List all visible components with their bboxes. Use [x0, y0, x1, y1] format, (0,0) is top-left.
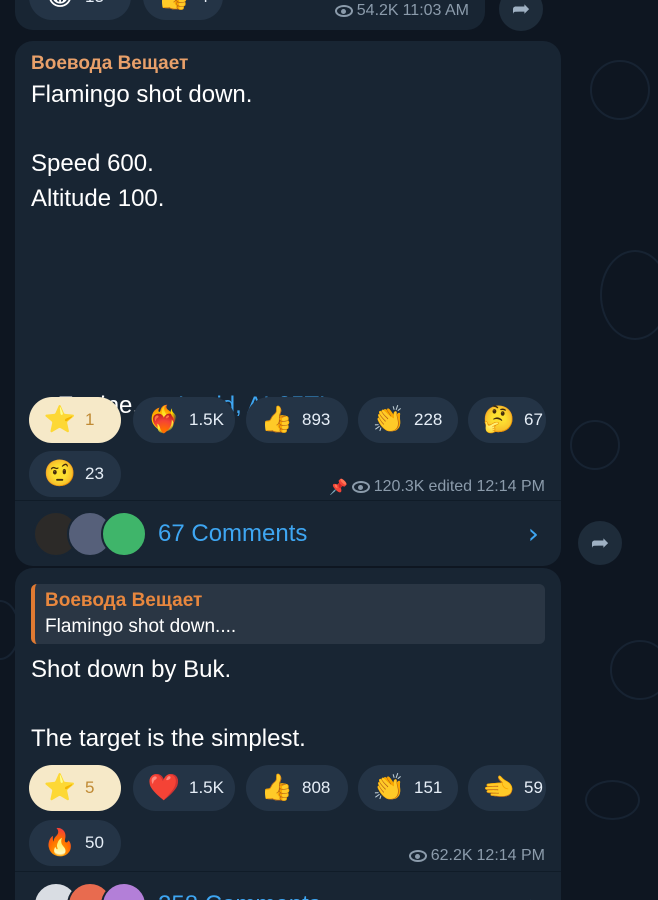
message-time: edited 12:14 PM — [428, 478, 545, 495]
previous-message-bubble: 😁 13 👍 4 54.2K 11:03 AM — [15, 0, 485, 30]
message-meta: 54.2K 11:03 AM — [334, 2, 469, 20]
grin-emoji-icon: 😁 — [43, 0, 77, 20]
avatar — [101, 511, 147, 557]
reaction-chip[interactable]: 👏 151 — [358, 765, 458, 811]
comments-bar[interactable]: 258 Comments › — [15, 871, 561, 900]
reaction-count: 59 — [524, 778, 543, 797]
reaction-chip[interactable]: 🫲 59 — [468, 765, 546, 811]
reaction-count: 228 — [414, 410, 443, 429]
view-count: 62.2K — [430, 847, 473, 864]
reaction-chip[interactable]: 👍 893 — [246, 397, 348, 443]
heart-on-fire-icon: ❤️‍🔥 — [147, 405, 181, 435]
chevron-right-icon[interactable]: › — [528, 888, 539, 900]
comments-count[interactable]: 67 Comments — [158, 520, 307, 548]
reaction-chip[interactable]: 👍 4 — [143, 0, 223, 20]
avatar — [101, 882, 147, 900]
star-icon: ⭐ — [43, 773, 77, 803]
heart-icon: ❤️ — [147, 773, 181, 803]
reaction-count: 67 — [524, 410, 543, 429]
comments-bar[interactable]: 67 Comments › — [15, 500, 561, 566]
message-meta: 📌 120.3K edited 12:14 PM — [329, 478, 545, 496]
message-bubble: Воевода Вещает Flamingo shot down.... Sh… — [15, 568, 561, 900]
message-text: Flamingo shot down. Speed 600. Altitude … — [31, 81, 253, 212]
paid-star-reaction[interactable]: ⭐ 1 — [29, 397, 121, 443]
reaction-chip[interactable]: 👏 228 — [358, 397, 458, 443]
chevron-right-icon[interactable]: › — [528, 517, 539, 550]
reaction-count: 1.5K — [189, 778, 224, 797]
fire-icon: 🔥 — [43, 828, 77, 858]
message-text: Shot down by Buk. The target is the simp… — [31, 656, 306, 752]
reaction-chip[interactable]: ❤️‍🔥 1.5K — [133, 397, 235, 443]
reaction-count: 13 — [85, 0, 104, 7]
raised-eyebrow-icon: 🤨 — [43, 459, 77, 489]
reaction-count: 1 — [85, 410, 95, 429]
comments-count[interactable]: 258 Comments — [158, 891, 321, 900]
clapping-hands-icon: 👏 — [372, 773, 406, 803]
message-bubble: Воевода Вещает Flamingo shot down. Speed… — [15, 41, 561, 566]
reaction-count: 23 — [85, 464, 104, 483]
channel-author[interactable]: Воевода Вещает — [31, 53, 188, 75]
reaction-count: 50 — [85, 833, 104, 852]
message-meta: 62.2K 12:14 PM — [408, 847, 545, 865]
eye-icon — [408, 850, 427, 862]
pin-icon: 📌 — [329, 478, 348, 496]
reaction-chip[interactable]: 👍 808 — [246, 765, 348, 811]
reaction-count: 4 — [199, 0, 208, 7]
thumbs-up-icon: 👍 — [157, 0, 191, 20]
reaction-chip[interactable]: ❤️ 1.5K — [133, 765, 235, 811]
reply-quote[interactable]: Воевода Вещает Flamingo shot down.... — [31, 584, 545, 644]
eye-icon — [334, 5, 353, 17]
pointing-hand-icon: 🫲 — [482, 773, 516, 803]
thinking-face-icon: 🤔 — [482, 405, 516, 435]
star-icon: ⭐ — [43, 405, 77, 435]
reaction-count: 808 — [302, 778, 331, 797]
reaction-chip[interactable]: 🤔 67 — [468, 397, 546, 443]
reaction-count: 1.5K — [189, 410, 224, 429]
reaction-chip[interactable]: 🔥 50 — [29, 820, 121, 866]
paid-star-reaction[interactable]: ⭐ 5 — [29, 765, 121, 811]
view-count: 54.2K — [356, 2, 399, 19]
forward-icon[interactable]: ➦ — [578, 521, 622, 565]
reaction-count: 893 — [302, 410, 331, 429]
quote-text: Flamingo shot down.... — [45, 616, 237, 637]
view-count: 120.3K — [373, 478, 425, 495]
reaction-chip[interactable]: 🤨 23 — [29, 451, 121, 497]
quote-author: Воевода Вещает — [45, 590, 203, 611]
reaction-chip[interactable]: 😁 13 — [29, 0, 131, 20]
thumbs-up-icon: 👍 — [260, 405, 294, 435]
thumbs-up-icon: 👍 — [260, 773, 294, 803]
message-time: 12:14 PM — [476, 847, 545, 864]
reaction-count: 5 — [85, 778, 95, 797]
clapping-hands-icon: 👏 — [372, 405, 406, 435]
eye-icon — [351, 481, 370, 493]
message-time: 11:03 AM — [402, 2, 469, 19]
reaction-count: 151 — [414, 778, 443, 797]
